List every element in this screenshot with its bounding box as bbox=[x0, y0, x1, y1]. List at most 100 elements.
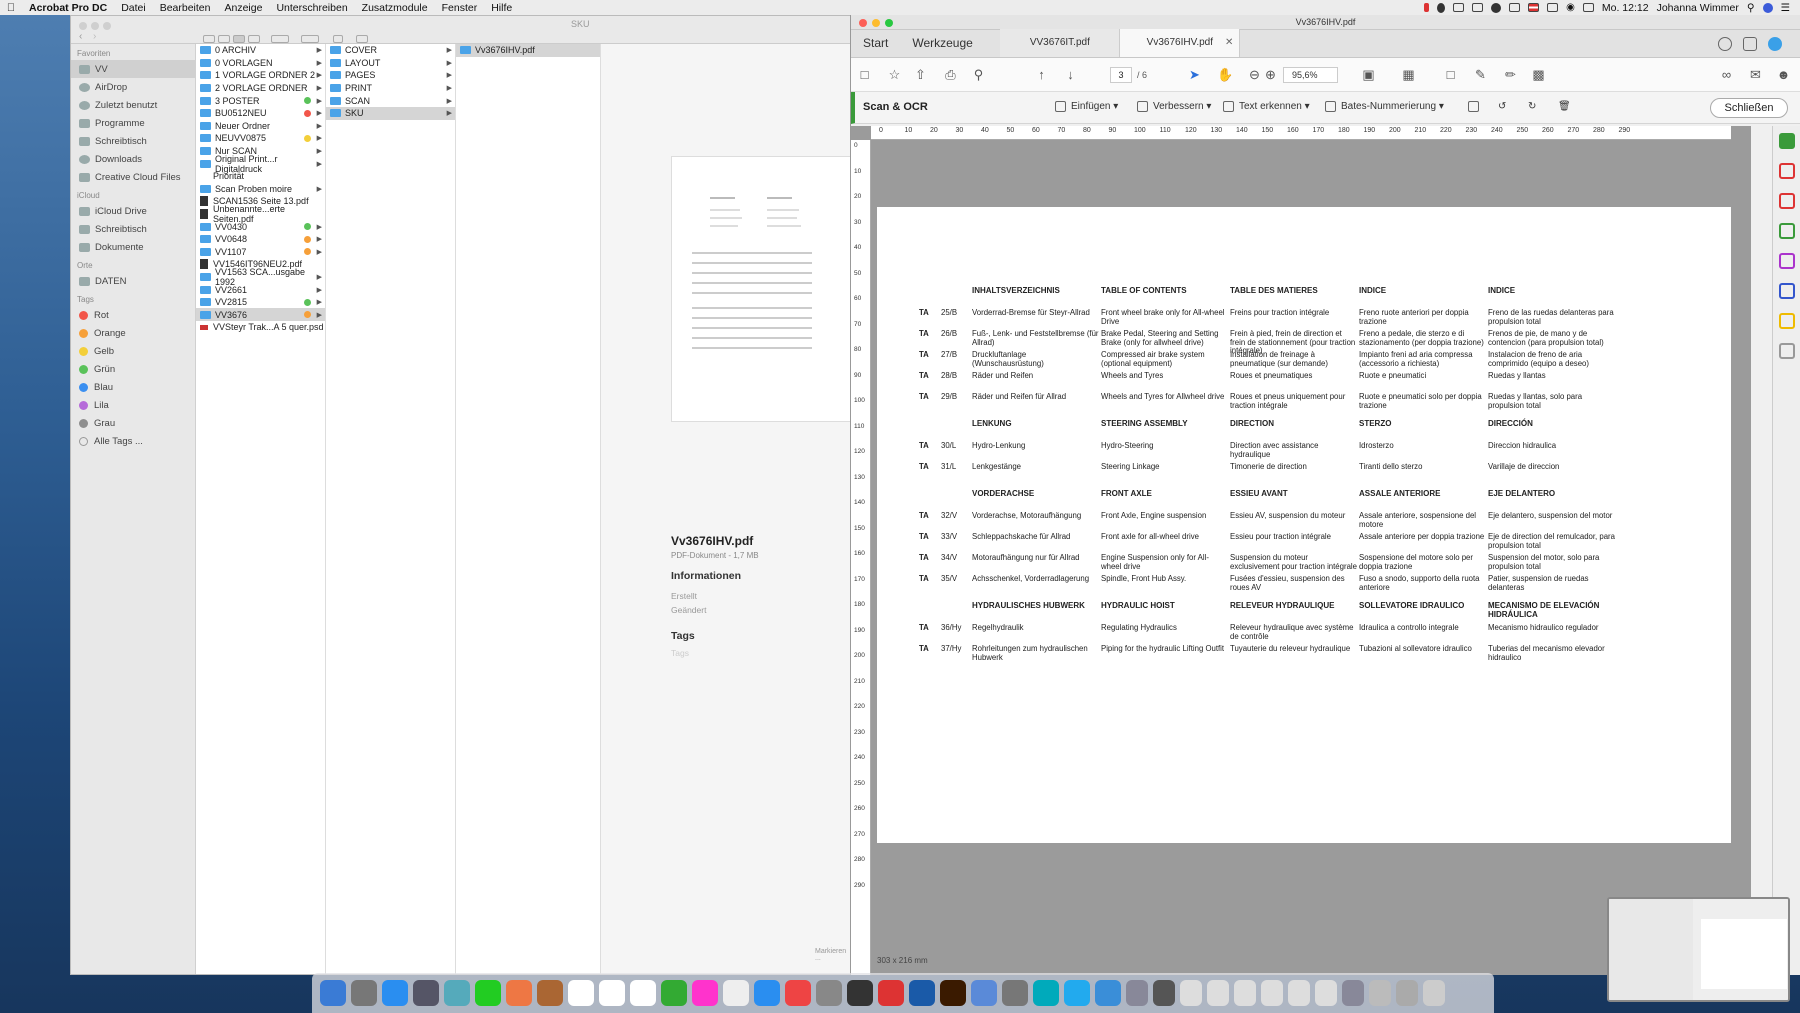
flag-icon[interactable] bbox=[1528, 3, 1540, 12]
facetime-icon[interactable] bbox=[475, 980, 501, 1006]
screenshot-icon[interactable] bbox=[1342, 980, 1364, 1006]
sign-icon[interactable]: ✏ bbox=[1503, 68, 1518, 82]
extract-icon[interactable] bbox=[1468, 101, 1484, 112]
display-icon[interactable] bbox=[1453, 3, 1465, 12]
sidebar-item-creative-cloud[interactable]: Creative Cloud Files bbox=[71, 168, 195, 186]
acrobat-icon[interactable] bbox=[847, 980, 873, 1006]
wunderlist-icon[interactable] bbox=[1033, 980, 1059, 1006]
tab-tools[interactable]: Werkzeuge bbox=[900, 29, 1000, 57]
system-preferences-icon[interactable] bbox=[816, 980, 842, 1006]
calendar-icon[interactable] bbox=[568, 980, 594, 1006]
file-row[interactable]: Unbenannte...erte Seiten.pdf bbox=[196, 204, 325, 224]
create-pdf-icon[interactable] bbox=[1778, 163, 1795, 179]
improve-dropdown[interactable]: Verbessern ▾ bbox=[1137, 101, 1211, 112]
file-row[interactable]: VV2661 ▶ bbox=[196, 283, 325, 296]
scan-ocr-tool-icon[interactable] bbox=[1778, 133, 1795, 149]
page-down-icon[interactable]: ↓ bbox=[1063, 68, 1078, 82]
document-icon[interactable] bbox=[1180, 980, 1202, 1006]
bluetooth-icon[interactable] bbox=[1547, 3, 1559, 12]
organize-pages-icon[interactable] bbox=[1778, 223, 1795, 239]
menu-bearbeiten[interactable]: Bearbeiten bbox=[153, 2, 218, 14]
menu-zusatzmodule[interactable]: Zusatzmodule bbox=[355, 2, 435, 14]
view-columns-icon[interactable] bbox=[233, 35, 245, 43]
pdf-page[interactable]: INHALTSVERZEICHNIS TABLE OF CONTENTS TABLE… bbox=[877, 207, 1731, 843]
document-icon[interactable] bbox=[1234, 980, 1256, 1006]
file-row[interactable]: PAGES ▶ bbox=[326, 69, 455, 82]
zoom-out-icon[interactable]: ⊖ bbox=[1247, 68, 1262, 82]
menu-anzeige[interactable]: Anzeige bbox=[218, 2, 270, 14]
minimize-button-icon[interactable] bbox=[91, 22, 99, 30]
recognize-text-dropdown[interactable]: Text erkennen ▾ bbox=[1223, 101, 1310, 112]
siri-icon[interactable] bbox=[1762, 2, 1773, 13]
apple-menu-icon[interactable]:  bbox=[0, 2, 22, 14]
file-row[interactable]: Scan Proben moire ▶ bbox=[196, 183, 325, 196]
close-tab-icon[interactable]: ✕ bbox=[1225, 29, 1233, 57]
file-row[interactable]: PRINT ▶ bbox=[326, 82, 455, 95]
notification-icon[interactable]: ☰ bbox=[1781, 2, 1790, 14]
file-row[interactable]: VV3676 ▶ bbox=[196, 308, 325, 322]
help-icon[interactable] bbox=[1718, 37, 1732, 51]
page-up-icon[interactable]: ↑ bbox=[1034, 68, 1049, 82]
page-number-input[interactable]: 3 bbox=[1110, 67, 1132, 83]
sidebar-item-desktop[interactable]: Schreibtisch bbox=[71, 132, 195, 150]
sidebar-item-daten[interactable]: DATEN bbox=[71, 272, 195, 290]
user-name[interactable]: Johanna Wimmer bbox=[1657, 2, 1739, 14]
sidebar-tag-item[interactable]: Grau bbox=[71, 414, 195, 432]
sidebar-item-documents[interactable]: Dokumente bbox=[71, 238, 195, 256]
share-user-icon[interactable]: ☻ bbox=[1776, 68, 1791, 82]
bell-icon[interactable] bbox=[1743, 37, 1757, 51]
sidebar-item-icloud-drive[interactable]: iCloud Drive bbox=[71, 202, 195, 220]
screen-icon[interactable] bbox=[1472, 3, 1484, 12]
menu-hilfe[interactable]: Hilfe bbox=[484, 2, 519, 14]
insert-dropdown[interactable]: Einfügen ▾ bbox=[1055, 101, 1118, 112]
indesign-icon[interactable] bbox=[878, 980, 904, 1006]
file-row[interactable]: VV1107 ▶ bbox=[196, 246, 325, 259]
tab-doc-2[interactable]: Vv3676IHV.pdf ✕ bbox=[1120, 29, 1241, 57]
link-icon[interactable]: ∞ bbox=[1719, 68, 1734, 82]
finder-file-icon[interactable] bbox=[1153, 980, 1175, 1006]
numbers-icon[interactable] bbox=[661, 980, 687, 1006]
messages-icon[interactable] bbox=[444, 980, 470, 1006]
file-row[interactable]: Vv3676IHV.pdf bbox=[456, 44, 600, 57]
photoshop-icon[interactable] bbox=[909, 980, 935, 1006]
music-icon[interactable] bbox=[692, 980, 718, 1006]
menu-datei[interactable]: Datei bbox=[114, 2, 153, 14]
group-icon[interactable] bbox=[271, 35, 289, 43]
preview-tags-field[interactable]: Tags bbox=[671, 648, 689, 658]
comment-icon[interactable]: □ bbox=[1443, 68, 1458, 82]
reminders-icon[interactable] bbox=[599, 980, 625, 1006]
more-tools-icon[interactable] bbox=[1778, 343, 1795, 359]
finder-icon[interactable] bbox=[320, 980, 346, 1006]
stamp-icon[interactable]: ▩ bbox=[1531, 68, 1546, 82]
hand-icon[interactable]: ✋ bbox=[1217, 68, 1233, 82]
sidebar-item-downloads[interactable]: Downloads bbox=[71, 150, 195, 168]
file-row[interactable]: Priorität bbox=[196, 170, 325, 183]
pages-icon[interactable] bbox=[723, 980, 749, 1006]
document-icon[interactable] bbox=[1315, 980, 1337, 1006]
pen-icon[interactable]: ✎ bbox=[1473, 68, 1488, 82]
sidebar-tag-item[interactable]: Blau bbox=[71, 378, 195, 396]
folder-icon[interactable] bbox=[1396, 980, 1418, 1006]
file-row[interactable]: 0 ARCHIV ▶ bbox=[196, 44, 325, 57]
file-row[interactable]: Original Print...r Digitaldruck ▶ bbox=[196, 154, 325, 174]
file-row[interactable]: SCAN ▶ bbox=[326, 94, 455, 107]
view-list-icon[interactable] bbox=[218, 35, 230, 43]
launchpad-icon[interactable] bbox=[351, 980, 377, 1006]
zoom-level-select[interactable]: 95,6% bbox=[1283, 67, 1338, 83]
sidebar-item-recent[interactable]: Zuletzt benutzt bbox=[71, 96, 195, 114]
upload-icon[interactable]: ⇧ bbox=[913, 68, 928, 82]
sidebar-tag-item[interactable]: Orange bbox=[71, 324, 195, 342]
rotate-right-icon[interactable]: ↻ bbox=[1528, 101, 1536, 112]
file-row[interactable]: VV0648 ▶ bbox=[196, 233, 325, 246]
scroll-mode-icon[interactable]: ▦ bbox=[1401, 68, 1416, 82]
close-button-icon[interactable] bbox=[79, 22, 87, 30]
share-icon[interactable] bbox=[333, 35, 343, 43]
fit-page-icon[interactable]: ▣ bbox=[1361, 68, 1376, 82]
tab-doc-1[interactable]: VV3676IT.pdf bbox=[1000, 29, 1121, 57]
minimize-button-icon[interactable] bbox=[872, 19, 880, 27]
notes-icon[interactable] bbox=[630, 980, 656, 1006]
file-row[interactable]: 2 VORLAGE ORDNER ▶ bbox=[196, 82, 325, 95]
file-row[interactable]: 0 VORLAGEN ▶ bbox=[196, 57, 325, 70]
avatar[interactable] bbox=[1768, 37, 1782, 51]
combine-icon[interactable] bbox=[1778, 193, 1795, 209]
